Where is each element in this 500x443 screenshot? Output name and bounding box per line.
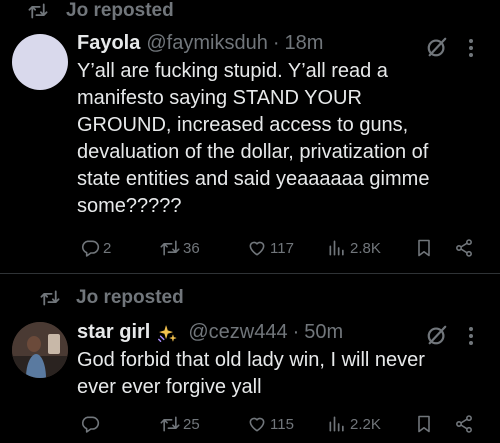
views-count: 2.8K (350, 239, 381, 257)
views-button[interactable]: 2.8K (327, 238, 381, 258)
grok-icon[interactable] (426, 36, 448, 58)
bookmark-button[interactable] (414, 238, 434, 258)
avatar-photo (12, 322, 68, 378)
author-handle[interactable]: @cezw444 (188, 321, 287, 344)
repost-count: 36 (183, 239, 200, 257)
repost-icon (40, 290, 60, 306)
reply-button[interactable]: 2 (80, 238, 111, 258)
views-count: 2.2K (350, 415, 381, 433)
avatar[interactable] (12, 322, 68, 378)
repost-context[interactable]: Jo reposted (28, 0, 174, 22)
avatar[interactable] (12, 34, 68, 90)
repost-label: Jo reposted (66, 0, 174, 21)
views-button[interactable]: 2.2K (327, 414, 381, 434)
reply-count: 2 (103, 239, 112, 257)
repost-button[interactable]: 25 (160, 414, 200, 434)
views-icon (329, 416, 344, 432)
repost-context[interactable]: Jo reposted (40, 287, 184, 309)
share-icon (456, 415, 472, 433)
author-name[interactable]: star girl (77, 321, 150, 344)
more-icon[interactable] (468, 326, 474, 346)
repost-icon (28, 3, 48, 19)
share-button[interactable] (454, 238, 474, 258)
like-count: 115 (270, 415, 294, 433)
post[interactable]: Jo reposted Fayola @faymiksduh · 18m Y’a… (0, 0, 500, 272)
views-icon (329, 240, 344, 256)
post-time[interactable]: 50m (304, 321, 343, 344)
author-name[interactable]: Fayola (77, 32, 140, 55)
sparkles-icon (158, 324, 178, 342)
post[interactable]: Jo reposted star girl @cezw444 · 50m God… (0, 276, 500, 443)
repost-label: Jo reposted (76, 287, 184, 308)
separator: · (272, 32, 280, 54)
post-actions: 25 115 2.2K (0, 414, 500, 440)
repost-icon (160, 416, 180, 432)
bookmark-icon (418, 415, 430, 433)
repost-button[interactable]: 36 (160, 238, 200, 258)
bookmark-button[interactable] (414, 414, 434, 434)
repost-count: 25 (183, 415, 200, 433)
like-icon (249, 417, 265, 432)
like-count: 117 (270, 239, 294, 257)
post-header: Fayola @faymiksduh · 18m (77, 32, 323, 55)
separator: · (292, 321, 300, 343)
repost-icon (160, 240, 180, 256)
post-header: star girl @cezw444 · 50m (77, 321, 343, 344)
author-handle[interactable]: @faymiksduh (146, 32, 267, 55)
bookmark-icon (418, 239, 430, 257)
divider (0, 273, 500, 274)
reply-button[interactable] (80, 414, 103, 434)
post-actions: 2 36 117 2.8K (0, 238, 500, 264)
share-icon (456, 239, 472, 257)
post-text: Y’all are fucking stupid. Y’all read a m… (77, 60, 430, 217)
share-button[interactable] (454, 414, 474, 434)
post-time[interactable]: 18m (285, 32, 324, 55)
reply-icon (81, 240, 100, 257)
timeline: Jo reposted Fayola @faymiksduh · 18m Y’a… (0, 0, 500, 443)
grok-icon[interactable] (426, 324, 448, 346)
like-button[interactable]: 117 (247, 238, 294, 258)
like-icon (249, 241, 265, 256)
reply-icon (81, 416, 100, 433)
post-text: God forbid that old lady win, I will nev… (77, 349, 425, 398)
more-icon[interactable] (468, 38, 474, 58)
like-button[interactable]: 115 (247, 414, 294, 434)
